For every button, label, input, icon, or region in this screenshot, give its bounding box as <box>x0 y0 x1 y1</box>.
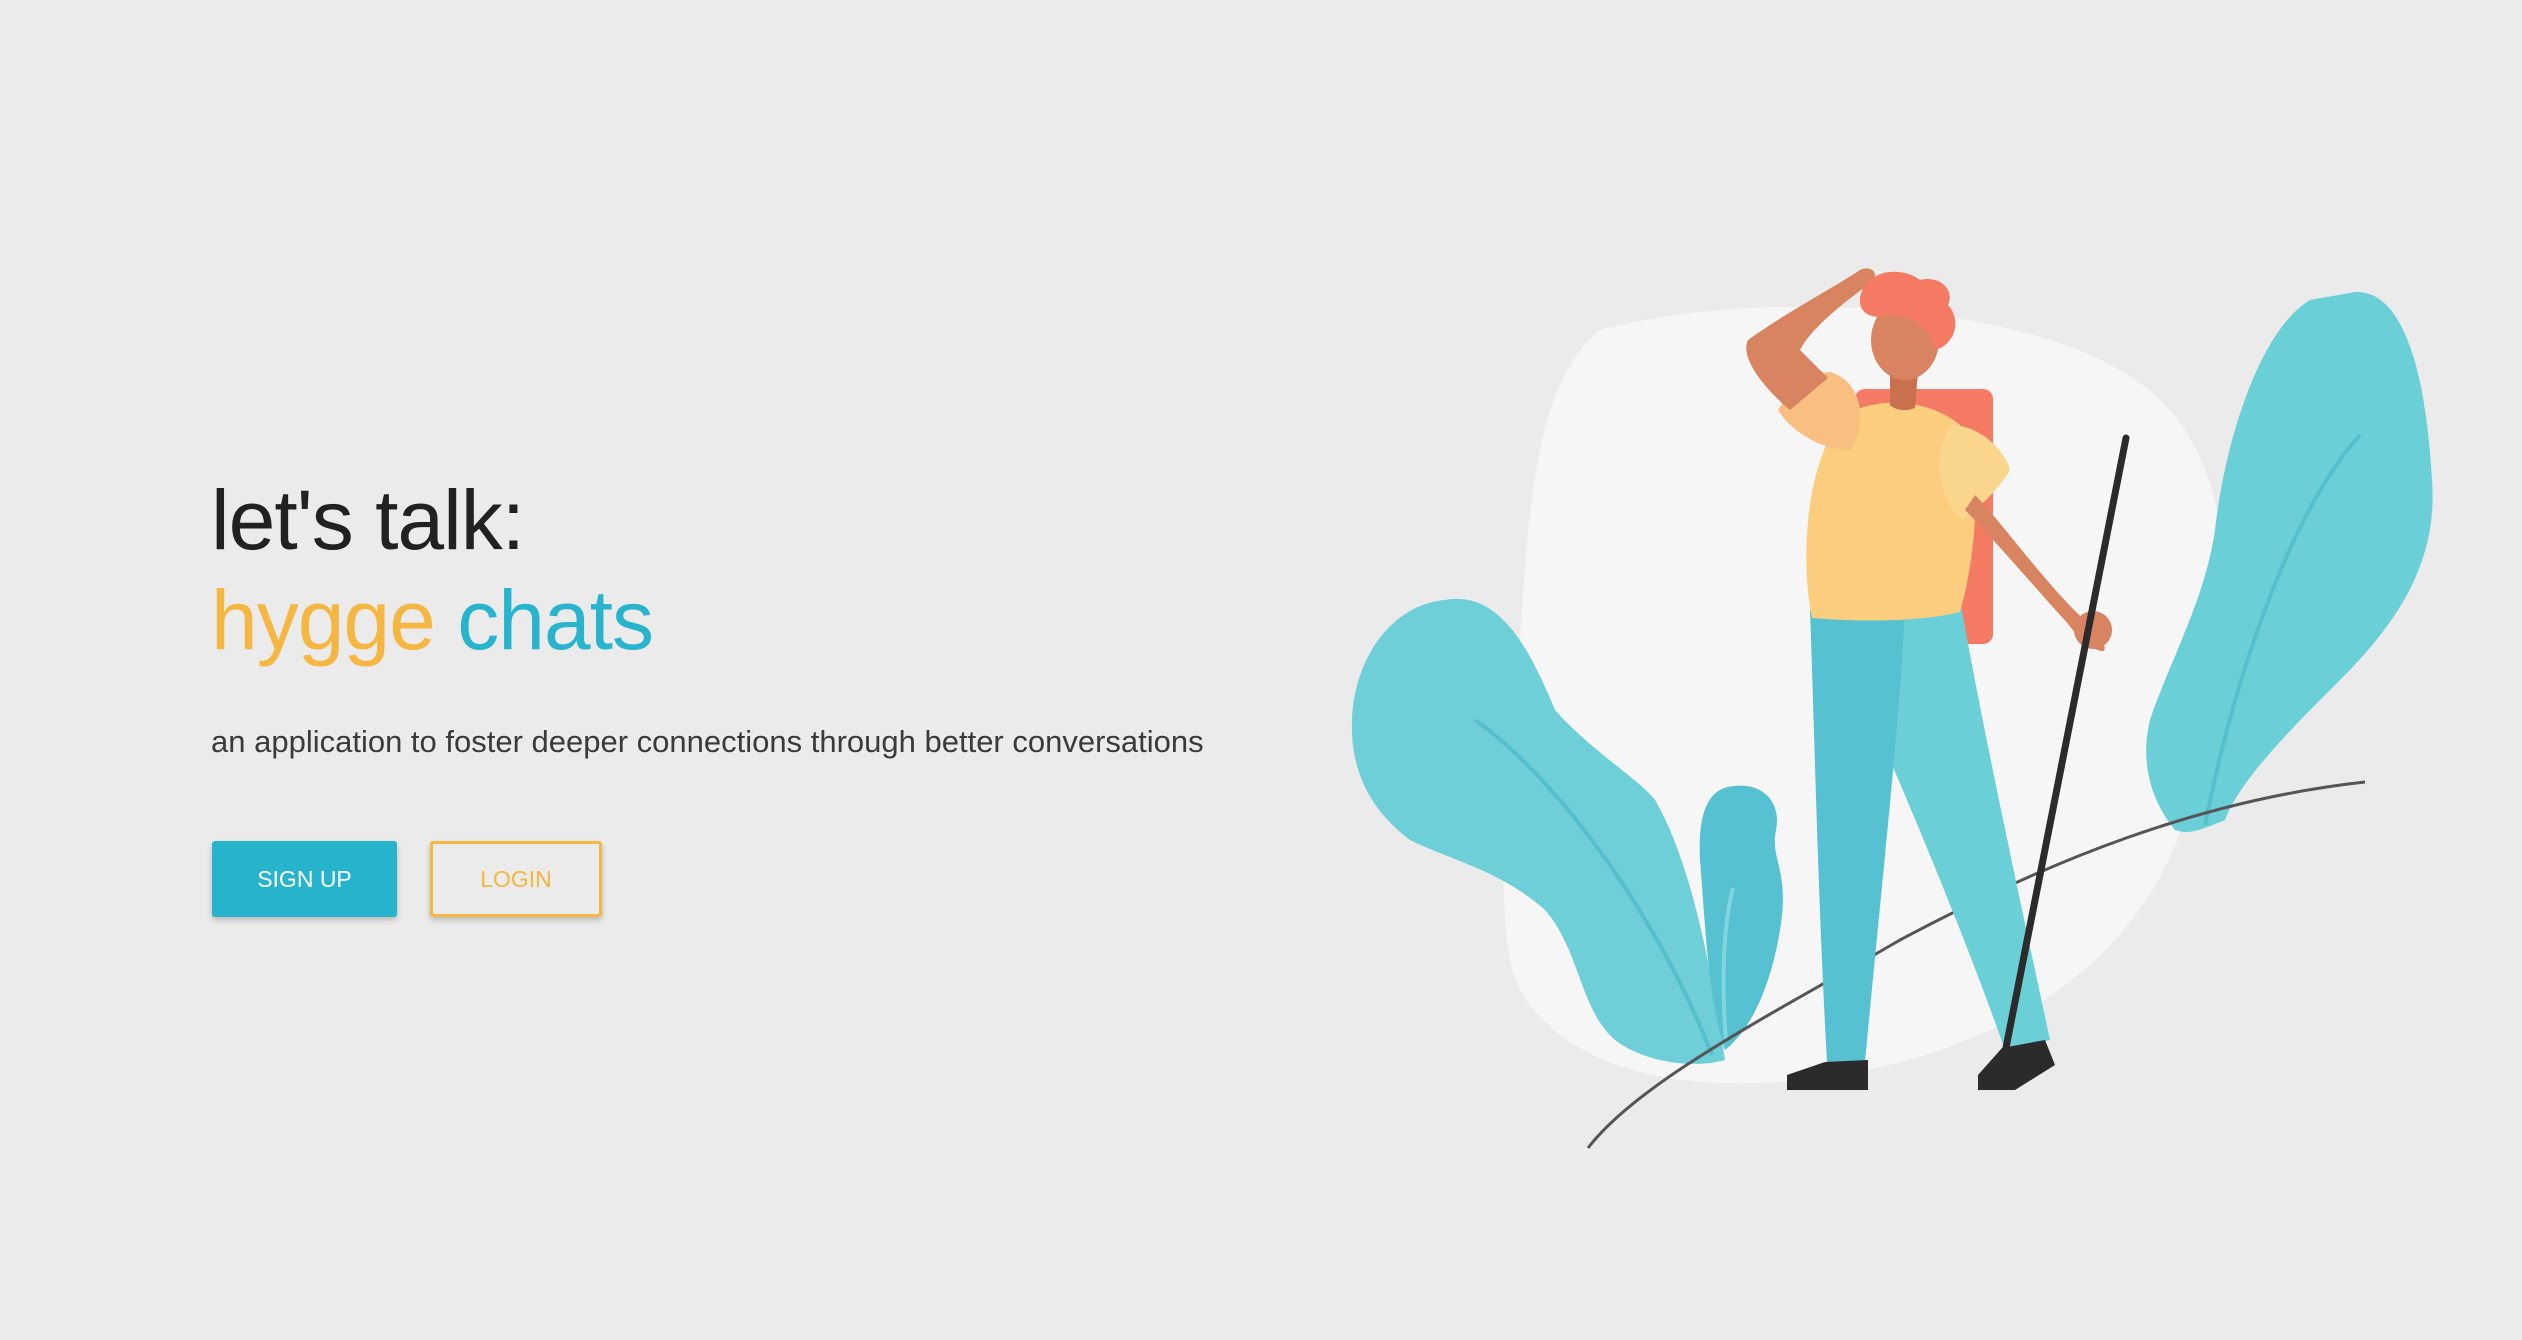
brand-name: hygge chats <box>211 570 1204 670</box>
hiker-illustration <box>1351 268 2433 1149</box>
cta-buttons: SIGN UP LOGIN <box>212 841 602 917</box>
hero-section: let's talk: hygge chats an application t… <box>211 470 1204 760</box>
brand-word-chats: chats <box>457 573 654 667</box>
brand-word-hygge: hygge <box>211 573 436 667</box>
right-shoe <box>1978 1040 2055 1090</box>
tagline: an application to foster deeper connecti… <box>211 724 1204 759</box>
hero-heading: let's talk: <box>211 473 525 567</box>
landing-page: let's talk: hygge chats an application t… <box>0 0 2522 1340</box>
sign-up-button[interactable]: SIGN UP <box>212 841 397 917</box>
login-button[interactable]: LOGIN <box>430 841 602 917</box>
